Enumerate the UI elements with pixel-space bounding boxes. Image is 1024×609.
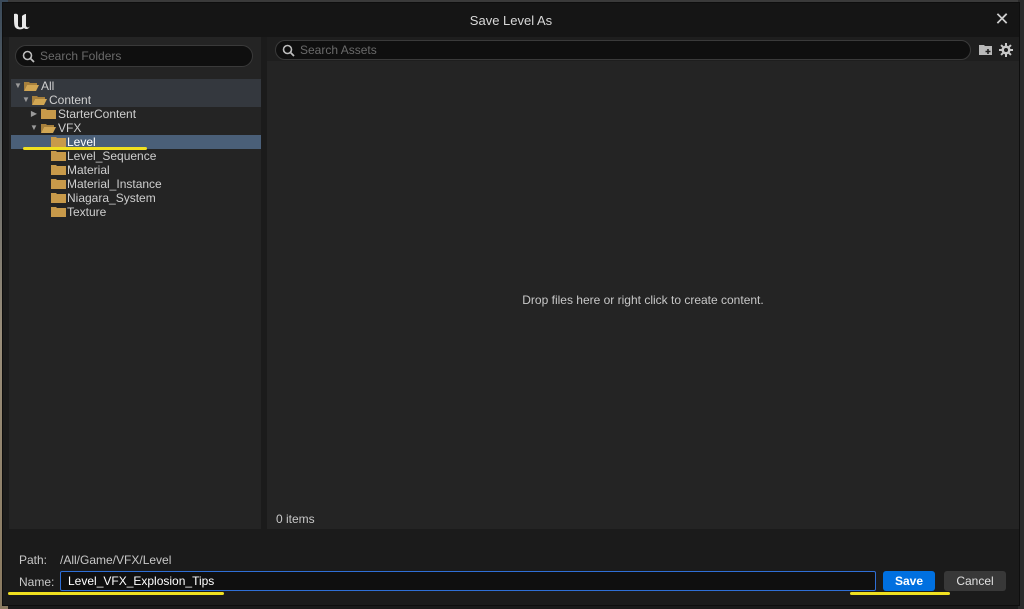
folder-open-icon [32,96,47,105]
tree-item-startercontent[interactable]: ▶ StarterContent [11,107,261,121]
tree-item-vfx[interactable]: ▼ VFX [11,121,261,135]
name-label: Name: [19,575,55,589]
tree-item-texture[interactable]: Texture [11,205,261,219]
asset-toolbar [267,37,1019,61]
tree-item-label: StarterContent [58,107,137,121]
empty-content-message: Drop files here or right click to create… [522,293,764,307]
tree-item-material-instance[interactable]: Material_Instance [11,177,261,191]
tree-item-all[interactable]: ▼ All [11,79,261,93]
folder-open-icon [24,82,39,91]
tree-item-label: VFX [58,121,82,135]
title-bar: Save Level As ✕ [3,3,1019,37]
folder-icon [41,109,56,119]
asset-panel: Drop files here or right click to create… [267,37,1019,529]
cancel-button[interactable]: Cancel [944,571,1006,591]
folder-panel: ▼ All ▼ Content ▶ StarterContent ▼ VFX [9,37,261,529]
tree-item-material[interactable]: Material [11,163,261,177]
highlight-marker [23,147,147,150]
highlight-marker [850,592,950,595]
gear-icon[interactable] [998,42,1014,58]
folder-icon [51,179,66,189]
asset-search-box[interactable] [275,40,971,60]
tree-item-level-sequence[interactable]: Level_Sequence [11,149,261,163]
tree-item-content[interactable]: ▼ Content [11,93,261,107]
path-value: /All/Game/VFX/Level [60,553,172,567]
folder-icon [51,137,66,147]
expanded-arrow-icon[interactable]: ▼ [21,93,31,107]
collapsed-arrow-icon[interactable]: ▶ [29,107,39,121]
folder-search-box[interactable] [15,45,253,67]
item-count: 0 items [276,512,315,526]
tree-item-niagara-system[interactable]: Niagara_System [11,191,261,205]
folder-icon [51,165,66,175]
tree-item-label: Material [67,163,110,177]
path-label: Path: [19,553,48,567]
tree-item-label: Texture [67,205,107,219]
folder-icon [51,193,66,203]
tree-item-label: Level_Sequence [67,149,157,163]
close-icon[interactable]: ✕ [993,10,1011,28]
folder-icon [51,151,66,161]
save-level-dialog: Save Level As ✕ ▼ All ▼ Content ▶ [2,2,1020,606]
expanded-arrow-icon[interactable]: ▼ [29,121,39,135]
folder-open-icon [41,124,56,133]
search-icon [22,50,35,63]
asset-search-input[interactable] [300,42,950,58]
tree-item-label: Content [49,93,92,107]
folder-search-input[interactable] [40,48,245,64]
tree-item-label: Niagara_System [67,191,156,205]
expanded-arrow-icon[interactable]: ▼ [13,79,23,93]
tree-item-label: Material_Instance [67,177,162,191]
tree-item-label: All [41,79,55,93]
dialog-title: Save Level As [469,13,553,28]
search-icon [282,44,295,57]
name-field[interactable] [60,571,876,591]
folder-add-icon[interactable] [978,42,994,58]
folder-icon [51,207,66,217]
highlight-marker [8,592,224,595]
save-button[interactable]: Save [883,571,935,591]
